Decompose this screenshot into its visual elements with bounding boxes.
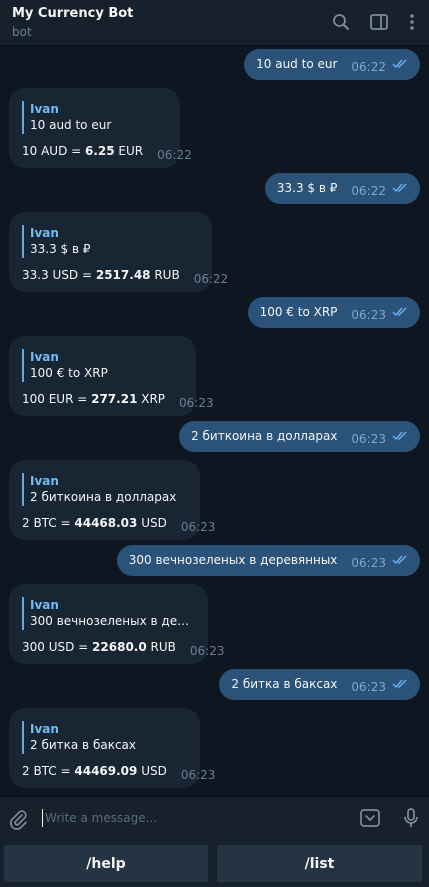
message-input[interactable]: Write a message... bbox=[45, 811, 157, 825]
double-check-icon bbox=[392, 431, 407, 440]
outgoing-message[interactable]: 33.3 $ в ₽ 06:22 bbox=[264, 173, 420, 204]
message-text: 10 aud to eur bbox=[256, 57, 338, 71]
outgoing-message[interactable]: 2 биткоина в долларах 06:23 bbox=[179, 421, 420, 452]
result-suffix: EUR bbox=[114, 144, 144, 158]
chat-header: My Currency Bot bot bbox=[0, 0, 429, 46]
outgoing-message[interactable]: 100 € to XRP 06:23 bbox=[247, 297, 420, 328]
reply-quote[interactable]: Ivan 10 aud to eur bbox=[22, 101, 168, 134]
result-suffix: RUB bbox=[150, 268, 180, 282]
quote-author: Ivan bbox=[30, 102, 59, 116]
incoming-message[interactable]: Ivan 10 aud to eur 10 AUD = 6.25 EUR 06:2… bbox=[9, 88, 192, 168]
result-value: 22680.0 bbox=[92, 640, 147, 654]
message-time: 06:23 bbox=[351, 556, 386, 570]
message-text: 2 битка в баксах bbox=[231, 677, 338, 691]
double-check-icon bbox=[392, 183, 407, 192]
chat-title[interactable]: My Currency Bot bbox=[12, 6, 133, 21]
message-time: 06:23 bbox=[189, 644, 225, 658]
message-time: 06:23 bbox=[180, 768, 216, 782]
quote-author: Ivan bbox=[30, 598, 59, 612]
message-time: 06:22 bbox=[351, 60, 386, 74]
result-value: 2517.48 bbox=[95, 268, 151, 282]
message-time: 06:23 bbox=[351, 308, 386, 322]
incoming-message[interactable]: Ivan 300 вечнозеленых в дере... 300 USD … bbox=[9, 584, 224, 664]
quote-author: Ivan bbox=[30, 722, 59, 736]
text-cursor bbox=[42, 809, 43, 827]
quote-author: Ivan bbox=[30, 350, 59, 364]
quote-text: 300 вечнозеленых в дере... bbox=[30, 614, 195, 628]
double-check-icon bbox=[392, 59, 407, 68]
search-icon[interactable] bbox=[330, 11, 352, 33]
quote-text: 10 aud to eur bbox=[30, 118, 112, 132]
message-time: 06:23 bbox=[180, 520, 216, 534]
message-text: 300 вечнозеленых в деревянных bbox=[128, 553, 338, 567]
quote-text: 2 биткоина в долларах bbox=[30, 490, 177, 504]
incoming-message[interactable]: Ivan 2 битка в баксах 2 BTC = 44469.09 U… bbox=[9, 708, 215, 788]
quote-text: 100 € to XRP bbox=[30, 366, 108, 380]
message-time: 06:23 bbox=[179, 396, 214, 410]
message-text: 100 € to XRP bbox=[259, 305, 338, 319]
double-check-icon bbox=[392, 679, 407, 688]
quote-author: Ivan bbox=[30, 474, 59, 488]
reply-quote[interactable]: Ivan 2 битка в баксах bbox=[22, 721, 188, 754]
quote-text: 2 битка в баксах bbox=[30, 738, 136, 752]
reply-quote[interactable]: Ivan 2 биткоина в долларах bbox=[22, 473, 188, 506]
reply-quote[interactable]: Ivan 100 € to XRP bbox=[22, 349, 184, 382]
result-value: 277.21 bbox=[91, 392, 138, 406]
message-time: 06:22 bbox=[157, 148, 192, 162]
message-list[interactable]: 10 aud to eur 06:22 Ivan 10 aud to eur 10… bbox=[0, 46, 429, 796]
quote-author: Ivan bbox=[30, 226, 59, 240]
bot-commands-icon[interactable] bbox=[359, 807, 381, 829]
result-suffix: XRP bbox=[137, 392, 166, 406]
double-check-icon bbox=[392, 307, 407, 316]
sidebar-toggle-icon[interactable] bbox=[368, 11, 390, 33]
result-suffix: USD bbox=[137, 764, 167, 778]
double-check-icon bbox=[392, 555, 407, 564]
message-time: 06:23 bbox=[351, 680, 386, 694]
incoming-message[interactable]: Ivan 100 € to XRP 100 EUR = 277.21 XRP 06… bbox=[9, 336, 214, 416]
incoming-message[interactable]: Ivan 33.3 $ в ₽ 33.3 USD = 2517.48 RUB 06… bbox=[9, 212, 228, 292]
result-prefix: 33.3 USD = bbox=[22, 268, 96, 282]
result-suffix: RUB bbox=[146, 640, 176, 654]
list-command-button[interactable]: /list bbox=[217, 845, 422, 882]
result-prefix: 2 BTC = bbox=[22, 516, 75, 530]
result-value: 44469.09 bbox=[74, 764, 138, 778]
attach-icon[interactable] bbox=[7, 808, 29, 830]
result-value: 44468.03 bbox=[74, 516, 138, 530]
message-time: 06:22 bbox=[351, 184, 386, 198]
incoming-message[interactable]: Ivan 2 биткоина в долларах 2 BTC = 44468… bbox=[9, 460, 215, 540]
outgoing-message[interactable]: 300 вечнозеленых в деревянных 06:23 bbox=[116, 545, 420, 576]
result-prefix: 2 BTC = bbox=[22, 764, 75, 778]
result-value: 6.25 bbox=[85, 144, 115, 158]
outgoing-message[interactable]: 2 битка в баксах 06:23 bbox=[219, 669, 420, 700]
more-vertical-icon[interactable] bbox=[401, 11, 423, 33]
message-text: 2 биткоина в долларах bbox=[191, 429, 338, 443]
bot-keyboard: /help /list bbox=[0, 840, 429, 887]
message-text: 33.3 $ в ₽ bbox=[276, 181, 338, 195]
message-composer: Write a message... bbox=[0, 796, 429, 840]
result-prefix: 300 USD = bbox=[22, 640, 93, 654]
help-command-button[interactable]: /help bbox=[4, 845, 208, 882]
chat-subtitle: bot bbox=[12, 25, 32, 39]
message-time: 06:22 bbox=[193, 272, 229, 286]
reply-quote[interactable]: Ivan 33.3 $ в ₽ bbox=[22, 225, 200, 258]
quote-text: 33.3 $ в ₽ bbox=[30, 242, 91, 256]
result-suffix: USD bbox=[137, 516, 167, 530]
message-time: 06:23 bbox=[351, 432, 386, 446]
reply-quote[interactable]: Ivan 300 вечнозеленых в дере... bbox=[22, 597, 196, 630]
microphone-icon[interactable] bbox=[400, 807, 422, 829]
result-prefix: 100 EUR = bbox=[22, 392, 92, 406]
outgoing-message[interactable]: 10 aud to eur 06:22 bbox=[244, 49, 420, 80]
result-prefix: 10 AUD = bbox=[22, 144, 85, 158]
